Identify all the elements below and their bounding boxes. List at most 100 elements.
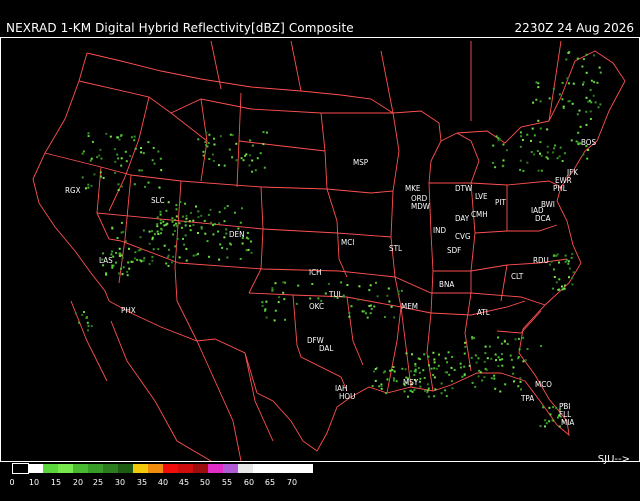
radar-echo-pixel [174, 245, 177, 248]
radar-echo-pixel [389, 369, 392, 372]
radar-echo-pixel [570, 139, 573, 142]
radar-echo-pixel [265, 316, 268, 319]
radar-echo-pixel [245, 249, 248, 252]
radar-echo-pixel [239, 257, 242, 260]
radar-map-frame[interactable]: MSP MKE DTW ORD MDW LVE PIT JFK EWR PHL BOS BWI IAD D… [0, 37, 640, 462]
radar-echo-pixel [189, 224, 191, 227]
radar-echo-pixel [160, 228, 163, 231]
radar-echo-pixel [599, 71, 602, 74]
radar-echo-pixel [433, 376, 436, 379]
radar-echo-pixel [284, 281, 287, 284]
city-label-mke: MKE [405, 184, 421, 193]
radar-echo-pixel [567, 260, 570, 263]
dbz-scale-label: 70 [286, 478, 298, 487]
radar-echo-pixel [157, 150, 160, 153]
radar-echo-pixel [464, 345, 467, 348]
radar-echo-pixel [133, 139, 136, 142]
radar-echo-pixel [126, 270, 129, 273]
radar-echo-pixel [484, 367, 487, 370]
radar-echo-pixel [156, 223, 159, 226]
dbz-scale-label: 50 [199, 478, 211, 487]
radar-echo-pixel [140, 169, 143, 172]
radar-echo-pixel [433, 358, 436, 361]
radar-echo-pixel [165, 209, 168, 212]
dbz-swatch [58, 464, 73, 473]
radar-echo-pixel [134, 147, 137, 150]
radar-echo-pixel [163, 244, 166, 247]
radar-echo-pixel [553, 147, 555, 150]
radar-echo-pixel [530, 151, 533, 153]
radar-echo-pixel [202, 150, 205, 153]
radar-echo-pixel [554, 144, 556, 147]
radar-echo-pixel [297, 284, 300, 287]
radar-echo-pixel [499, 390, 502, 393]
radar-echo-pixel [542, 406, 545, 409]
radar-echo-pixel [111, 266, 114, 269]
radar-echo-pixel [397, 293, 400, 296]
radar-echo-pixel [585, 71, 588, 74]
radar-echo-pixel [234, 211, 236, 214]
radar-echo-pixel [82, 150, 85, 153]
radar-echo-pixel [175, 222, 177, 225]
radar-echo-pixel [309, 297, 312, 300]
radar-echo-pixel [212, 233, 215, 236]
city-label-cmh: CMH [471, 210, 488, 219]
dbz-scale-label: 35 [136, 478, 148, 487]
city-label-atl: ATL [477, 308, 490, 317]
radar-echo-pixel [589, 118, 592, 120]
radar-echo-pixel [570, 256, 573, 259]
city-label-tul: TUL [328, 290, 343, 299]
radar-map[interactable]: MSPMKE DTWORDMDWLVEPITJFKEWRPHLBOSBWIIADD… [1, 38, 639, 462]
radar-echo-pixel [207, 213, 210, 216]
radar-echo-pixel [74, 312, 77, 315]
radar-echo-pixel [126, 274, 129, 277]
dbz-swatch [193, 464, 208, 473]
radar-echo-pixel [385, 392, 387, 395]
radar-echo-pixel [549, 413, 552, 416]
radar-echo-pixel [189, 212, 192, 214]
radar-echo-pixel [500, 353, 503, 356]
sju-link[interactable]: SJU--> [598, 454, 630, 465]
radar-echo-pixel [502, 165, 505, 168]
radar-echo-pixel [424, 389, 426, 392]
radar-echo-pixel [163, 224, 166, 227]
radar-echo-pixel [358, 285, 361, 288]
radar-echo-pixel [185, 259, 188, 262]
city-label-rdu: RDU [533, 256, 549, 265]
radar-echo-pixel [500, 342, 503, 345]
radar-echo-pixel [184, 224, 187, 227]
radar-echo-pixel [468, 364, 471, 367]
radar-echo-pixel [87, 324, 90, 327]
radar-echo-pixel [368, 289, 371, 292]
radar-echo-pixel [140, 260, 143, 263]
city-label-phx: PHX [121, 306, 136, 315]
radar-echo-pixel [87, 135, 90, 138]
radar-echo-pixel [151, 236, 154, 239]
radar-echo-pixel [122, 266, 125, 269]
radar-echo-pixel [447, 351, 450, 354]
radar-echo-pixel [526, 161, 529, 164]
dbz-swatch [163, 464, 178, 473]
radar-echo-pixel [89, 159, 92, 162]
radar-echo-pixel [327, 282, 330, 285]
radar-echo-pixel [133, 183, 136, 186]
city-label-mco: MCO [535, 380, 552, 389]
radar-echo-pixel [596, 81, 599, 84]
radar-echo-pixel [492, 144, 495, 147]
radar-echo-pixel [494, 166, 497, 169]
city-label-msp: MSP [353, 158, 369, 167]
radar-echo-pixel [211, 153, 214, 156]
radar-echo-pixel [451, 355, 454, 358]
radar-echo-pixel [556, 253, 559, 256]
radar-echo-pixel [171, 217, 174, 220]
radar-echo-pixel [225, 228, 228, 231]
radar-echo-pixel [87, 186, 90, 189]
radar-echo-pixel [324, 292, 327, 295]
city-label-msy: MSY [403, 378, 419, 387]
radar-echo-pixel [410, 370, 413, 373]
radar-echo-pixel [129, 155, 132, 158]
radar-echo-pixel [235, 159, 238, 162]
radar-echo-pixel [564, 284, 566, 287]
radar-echo-pixel [427, 395, 430, 398]
radar-echo-pixel [481, 379, 484, 382]
